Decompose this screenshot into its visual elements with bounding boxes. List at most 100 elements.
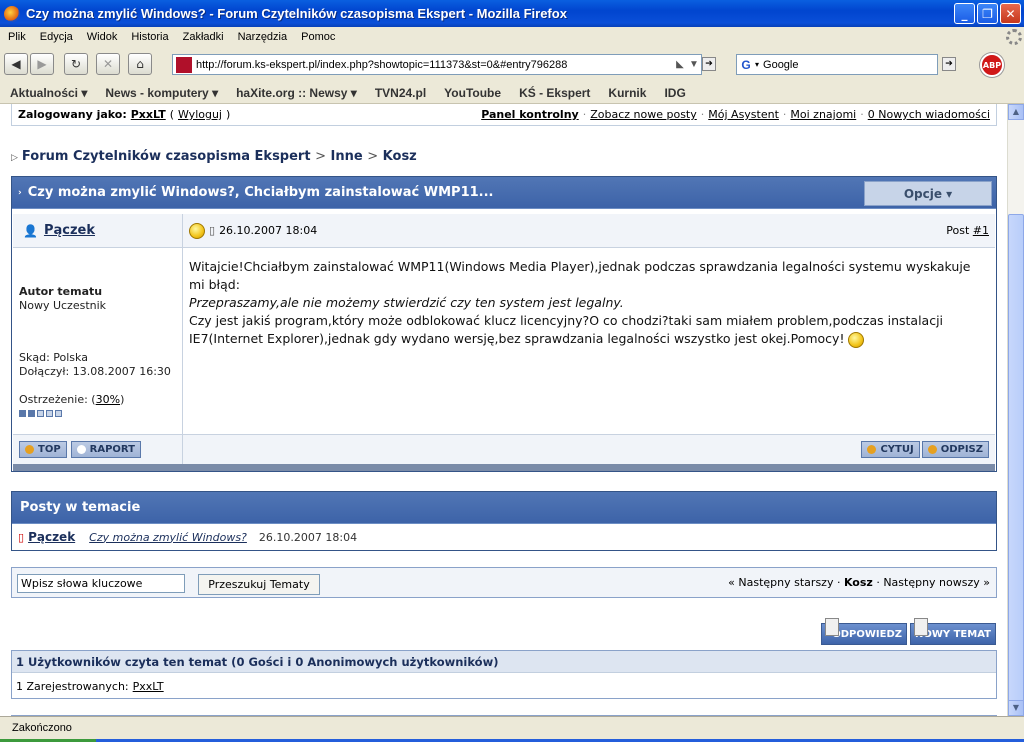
assistant-link[interactable]: Mój Asystent [708,108,779,121]
forward-arrow-icon: ▶ [37,57,47,71]
author-rank: Nowy Uczestnik [19,299,107,312]
adblock-icon[interactable]: ABP [980,53,1004,77]
reload-button[interactable]: ↻ [64,53,88,75]
warning-level-square [46,410,53,417]
post-text-1: Witajcie!Chciałbym zainstalować WMP11(Wi… [189,259,971,292]
bookmark-item[interactable]: YouToube [444,86,501,100]
status-text: Zakończono [12,722,72,734]
url-bar[interactable]: http://forum.ks-ekspert.pl/index.php?sho… [172,54,702,75]
breadcrumb-sep: > [367,149,379,164]
control-panel-link[interactable]: Panel kontrolny [481,108,579,121]
search-topics-button[interactable]: Przeszukuj Tematy [198,574,320,595]
maximize-button[interactable]: ❐ [977,3,998,24]
warning-value[interactable]: 30% [96,393,120,406]
go-button[interactable]: ➔ [702,57,716,71]
breadcrumb-item[interactable]: Forum Czytelników czasopisma Ekspert [22,149,311,164]
options-button[interactable]: Opcje ▾ [864,181,992,206]
minimize-button[interactable]: _ [954,3,975,24]
reader-user-link[interactable]: PxxLT [133,680,164,693]
post-left-buttons: TOP RAPORT [13,435,183,464]
bookmark-item[interactable]: Kurnik [608,86,646,100]
friends-link[interactable]: Moi znajomi [790,108,856,121]
window-title: Czy można zmylić Windows? - Forum Czytel… [26,6,567,21]
search-box[interactable]: G ▾ Google [736,54,938,75]
report-button[interactable]: RAPORT [70,441,141,458]
post-body-row: Autor tematu Nowy Uczestnik Skąd: Polska… [13,248,995,434]
newer-topic-link[interactable]: Następny nowszy » [883,576,990,589]
paren: ) [226,108,231,121]
post-meta: ▯ 26.10.2007 18:04 Post #1 [183,214,995,247]
scroll-thumb[interactable] [1008,214,1024,702]
author-from: Skąd: Polska [19,351,88,364]
url-text[interactable]: http://forum.ks-ekspert.pl/index.php?sho… [196,59,673,71]
bookmark-item[interactable]: Aktualności ▾ [10,86,87,100]
close-button[interactable]: ✕ [1000,3,1021,24]
search-engine-dropdown-icon[interactable]: ▾ [755,60,759,69]
posts-in-topic-box: Posty w temacie ▯ Pączek Czy można zmyli… [11,491,997,551]
quote-button[interactable]: CYTUJ [861,441,920,458]
new-posts-link[interactable]: Zobacz nowe posty [590,108,697,121]
bookmark-item[interactable]: IDG [664,86,685,100]
home-button[interactable]: ⌂ [128,53,152,75]
reload-icon: ↻ [70,57,82,71]
messages-link[interactable]: 0 Nowych wiadomości [868,108,990,121]
posts-author-link[interactable]: Pączek [28,530,75,544]
post-doc-icon: ▯ [209,224,216,237]
reply-label: ODPISZ [940,444,983,455]
rss-icon[interactable]: ◣ [673,59,687,70]
add-reply-button[interactable]: ODPOWIEDZ [821,618,907,645]
older-topic-link[interactable]: « Następny starszy [728,576,833,589]
breadcrumb-item[interactable]: Kosz [383,149,417,164]
author-role: Autor tematu [19,285,103,298]
author-info: Autor tematu Nowy Uczestnik Skąd: Polska… [13,248,183,434]
back-arrow-icon: ◀ [11,57,21,71]
menu-tools[interactable]: Narzędzia [238,31,288,43]
scroll-down-icon[interactable]: ▼ [1008,700,1024,716]
bookmark-item[interactable]: TVN24.pl [375,86,426,100]
search-input[interactable]: Google [763,59,798,71]
warning-level-square [55,410,62,417]
post-right-buttons: CYTUJ ODPISZ [183,435,995,464]
menu-file[interactable]: Plik [8,31,26,43]
breadcrumb-item[interactable]: Inne [331,149,363,164]
keyword-search-input[interactable] [17,574,185,593]
sad-emoticon-icon [848,331,865,348]
throbber-icon [1006,29,1022,45]
bookmark-item[interactable]: News - komputery ▾ [105,86,218,100]
bookmark-item[interactable]: KŚ - Ekspert [519,86,590,100]
dropdown-arrow-icon[interactable]: ▼ [687,59,701,70]
posts-title-link[interactable]: Czy można zmylić Windows? [89,531,247,544]
back-button[interactable]: ◀ [4,53,28,75]
user-icon: 👤 [23,223,38,238]
readers-box: 1 Użytkowników czyta ten temat (0 Gości … [11,650,997,699]
warning-level-square [28,410,35,417]
topic-nav: « Następny starszy · Kosz · Następny now… [728,576,990,589]
post-date: 26.10.2007 18:04 [219,224,318,237]
new-topic-button[interactable]: NOWY TEMAT [910,618,996,645]
post-author-link[interactable]: Pączek [44,223,95,238]
posts-date: 26.10.2007 18:04 [258,530,358,544]
current-forum[interactable]: Kosz [844,576,873,589]
google-icon[interactable]: G [737,58,755,72]
logged-in-label: Zalogowany jako: [18,108,127,121]
bookmark-item[interactable]: haXite.org :: Newsy ▾ [236,86,357,100]
user-link[interactable]: PxxLT [131,108,166,121]
logout-link[interactable]: Wyloguj [178,108,222,121]
paren: ( [169,108,174,121]
menu-bookmarks[interactable]: Zakładki [183,31,224,43]
post-author-cell: 👤 Pączek [13,214,183,247]
forward-button[interactable]: ▶ [30,53,54,75]
warning-level-square [19,410,26,417]
scroll-up-icon[interactable]: ▲ [1008,104,1024,120]
post-number-link[interactable]: #1 [973,224,989,237]
menu-view[interactable]: Widok [87,31,118,43]
menu-help[interactable]: Pomoc [301,31,335,43]
stop-button[interactable]: ✕ [96,53,120,75]
quote-label: CYTUJ [880,444,914,455]
menu-edit[interactable]: Edycja [40,31,73,43]
top-button[interactable]: TOP [19,441,67,458]
search-go-button[interactable]: ➔ [942,57,956,71]
menu-history[interactable]: Historia [131,31,168,43]
vertical-scrollbar[interactable]: ▲ ▼ [1007,104,1024,716]
reply-button[interactable]: ODPISZ [921,441,989,458]
